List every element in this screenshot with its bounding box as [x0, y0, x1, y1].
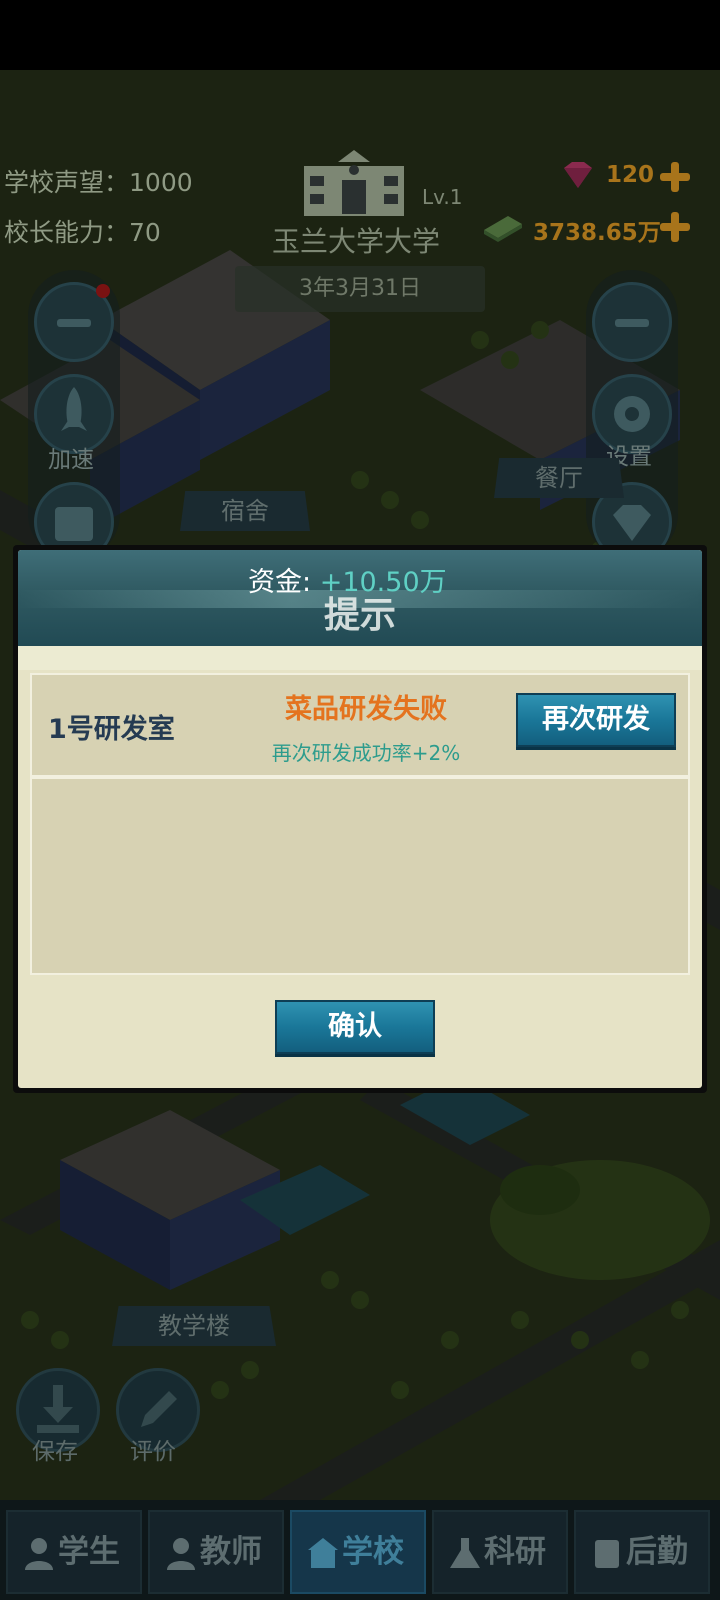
tab-research[interactable]: 科研 [432, 1510, 568, 1594]
tab-teachers[interactable]: 教师 [148, 1510, 284, 1594]
funds-value: +10.50万 [319, 567, 447, 598]
minus-icon [57, 319, 91, 327]
dialog-body: 提示 资金: +10.50万 1号研发室 菜品研发失败 再次研发成功率+2% 再… [18, 550, 702, 1088]
minus-icon [615, 319, 649, 327]
ability-label: 校长能力： [4, 218, 130, 247]
review-label: 评价 [130, 1439, 176, 1465]
retry-research-button[interactable]: 再次研发 [516, 693, 676, 747]
school-level: Lv.1 [422, 185, 463, 209]
empty-result-panel [30, 777, 690, 975]
reputation-value: 1000 [129, 168, 193, 197]
funds-label: 资金: [248, 567, 312, 598]
tab-label: 科研 [484, 1534, 546, 1570]
notification-dot [96, 284, 110, 298]
map-label-dorm[interactable]: 宿舍 [180, 491, 310, 531]
add-money-icon[interactable] [660, 212, 690, 242]
teacher-icon [167, 1538, 195, 1570]
gem-count: 120 [606, 162, 655, 188]
bottom-tab-bar: 学生 教师 学校 科研 后勤 [0, 1500, 720, 1600]
funds-change: 资金: +10.50万 [248, 560, 447, 599]
reputation-label: 学校声望： [4, 168, 130, 197]
tab-students[interactable]: 学生 [6, 1510, 142, 1594]
student-icon [25, 1538, 53, 1570]
game-date: 3年3月31日 [235, 266, 485, 312]
lab-name: 1号研发室 [48, 714, 175, 745]
map-label-canteen[interactable]: 餐厅 [494, 458, 624, 498]
collapse-right-button[interactable] [592, 282, 672, 362]
ability-stat: 校长能力：70 [4, 213, 161, 249]
tab-label: 后勤 [626, 1534, 688, 1570]
tab-logistics[interactable]: 后勤 [574, 1510, 710, 1594]
speed-up-label: 加速 [48, 447, 94, 473]
dialog-header-band [18, 646, 702, 670]
status-bar [0, 0, 720, 70]
cash-icon [482, 212, 524, 242]
research-result-text: 菜品研发失败 [285, 694, 447, 725]
tab-label: 学生 [58, 1534, 120, 1570]
clipboard-icon [595, 1540, 619, 1568]
tab-label: 学校 [342, 1534, 404, 1570]
school-icon [308, 1538, 338, 1568]
add-gems-icon[interactable] [660, 162, 690, 192]
ability-value: 70 [129, 218, 161, 247]
lab-result-row: 1号研发室 菜品研发失败 再次研发成功率+2% 再次研发 [30, 673, 690, 777]
map-label-teaching-building[interactable]: 教学楼 [112, 1306, 276, 1346]
flask-icon [450, 1538, 480, 1568]
school-name: 玉兰大学大学 [271, 225, 440, 258]
success-rate-bonus: 再次研发成功率+2% [271, 741, 461, 765]
research-result-dialog: 提示 资金: +10.50万 1号研发室 菜品研发失败 再次研发成功率+2% 再… [13, 545, 707, 1093]
money-amount: 3738.65万 [533, 220, 661, 246]
tab-school[interactable]: 学校 [290, 1510, 426, 1594]
gem-icon [560, 160, 596, 190]
confirm-button[interactable]: 确认 [275, 1000, 435, 1054]
school-building-icon[interactable] [298, 148, 410, 218]
save-label: 保存 [32, 1439, 78, 1465]
tab-label: 教师 [200, 1534, 262, 1570]
reputation-stat: 学校声望：1000 [4, 163, 193, 199]
